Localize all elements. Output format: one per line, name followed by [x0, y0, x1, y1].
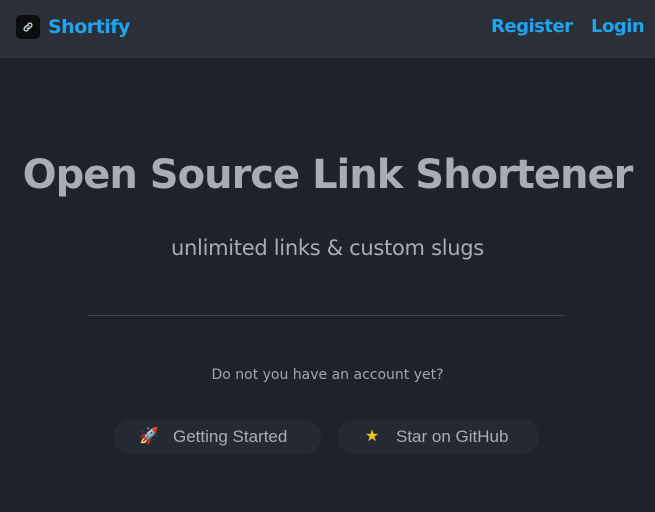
link-icon — [16, 15, 40, 39]
account-prompt: Do not you have an account yet? — [211, 367, 444, 383]
divider — [87, 315, 565, 316]
star-icon: ★ — [364, 428, 380, 445]
top-navbar: Shortify Register Login — [0, 0, 655, 58]
register-link[interactable]: Register — [491, 16, 573, 37]
getting-started-button[interactable]: 🚀 Getting Started — [113, 420, 321, 454]
rocket-icon: 🚀 — [139, 428, 159, 445]
brand-name: Shortify — [48, 16, 130, 38]
brand-link[interactable]: Shortify — [16, 15, 130, 39]
star-on-github-label: Star on GitHub — [396, 427, 509, 446]
hero-subtitle: unlimited links & custom slugs — [171, 236, 484, 260]
hero-title: Open Source Link Shortener — [22, 152, 634, 198]
star-on-github-button[interactable]: ★ Star on GitHub — [337, 420, 539, 454]
login-link[interactable]: Login — [591, 16, 645, 37]
getting-started-label: Getting Started — [173, 427, 288, 446]
